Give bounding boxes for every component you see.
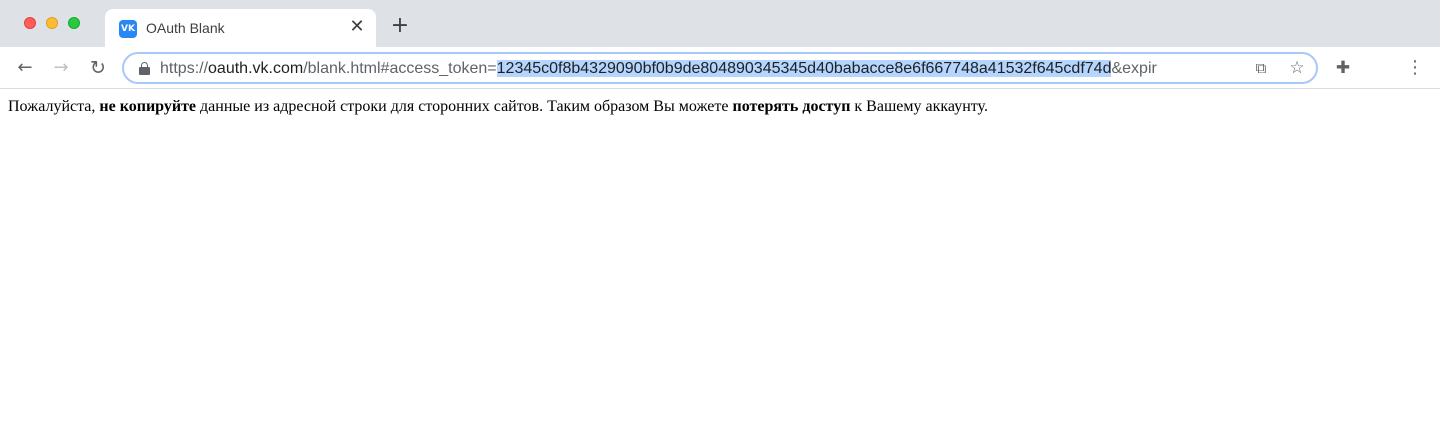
url-suffix: &expir — [1111, 60, 1157, 77]
tab-title: OAuth Blank — [146, 20, 225, 36]
address-bar[interactable]: https://oauth.vk.com/blank.html#access_t… — [122, 52, 1318, 84]
forward-arrow-icon[interactable]: → — [49, 56, 73, 80]
back-arrow-icon[interactable]: ← — [13, 56, 37, 80]
window-close-button[interactable] — [24, 17, 36, 29]
url-path: /blank.html#access_token= — [303, 60, 497, 77]
kebab-menu-icon[interactable]: ⋮ — [1404, 57, 1426, 79]
tab-strip: VK OAuth Blank ✕ + — [0, 0, 1440, 47]
warning-text-1: Пожалуйста, — [8, 98, 100, 115]
warning-bold-1: не копируйте — [99, 98, 197, 115]
url-host: oauth.vk.com — [208, 60, 304, 77]
window-zoom-button[interactable] — [68, 17, 80, 29]
new-tab-icon[interactable]: + — [390, 15, 410, 37]
warning-text-3: к Вашему аккаунту. — [850, 98, 988, 115]
lock-icon[interactable] — [139, 62, 150, 75]
bookmark-star-icon[interactable]: ☆ — [1287, 58, 1307, 78]
page-content: Пожалуйста, не копируйте данные из адрес… — [8, 98, 1432, 116]
url-scheme: https:// — [160, 60, 209, 77]
extensions-puzzle-icon[interactable]: ✚ — [1332, 57, 1354, 79]
url-text[interactable]: https://oauth.vk.com/blank.html#access_t… — [160, 59, 1240, 79]
window-minimize-button[interactable] — [46, 17, 58, 29]
install-app-icon[interactable]: ⧉ — [1251, 58, 1271, 78]
browser-toolbar: ← → ↻ https://oauth.vk.com/blank.html#ac… — [0, 47, 1440, 89]
warning-bold-2: потерять доступ — [732, 98, 851, 115]
reload-icon[interactable]: ↻ — [86, 56, 110, 80]
tab-oauth-blank[interactable]: VK OAuth Blank ✕ — [105, 9, 376, 47]
warning-text-2: данные из адресной строки для сторонних … — [196, 98, 733, 115]
url-token-selection: 12345c0f8b4329090bf0b9de804890345345d40b… — [496, 60, 1112, 77]
tab-close-icon[interactable]: ✕ — [348, 18, 366, 36]
vk-favicon-icon: VK — [119, 20, 137, 38]
